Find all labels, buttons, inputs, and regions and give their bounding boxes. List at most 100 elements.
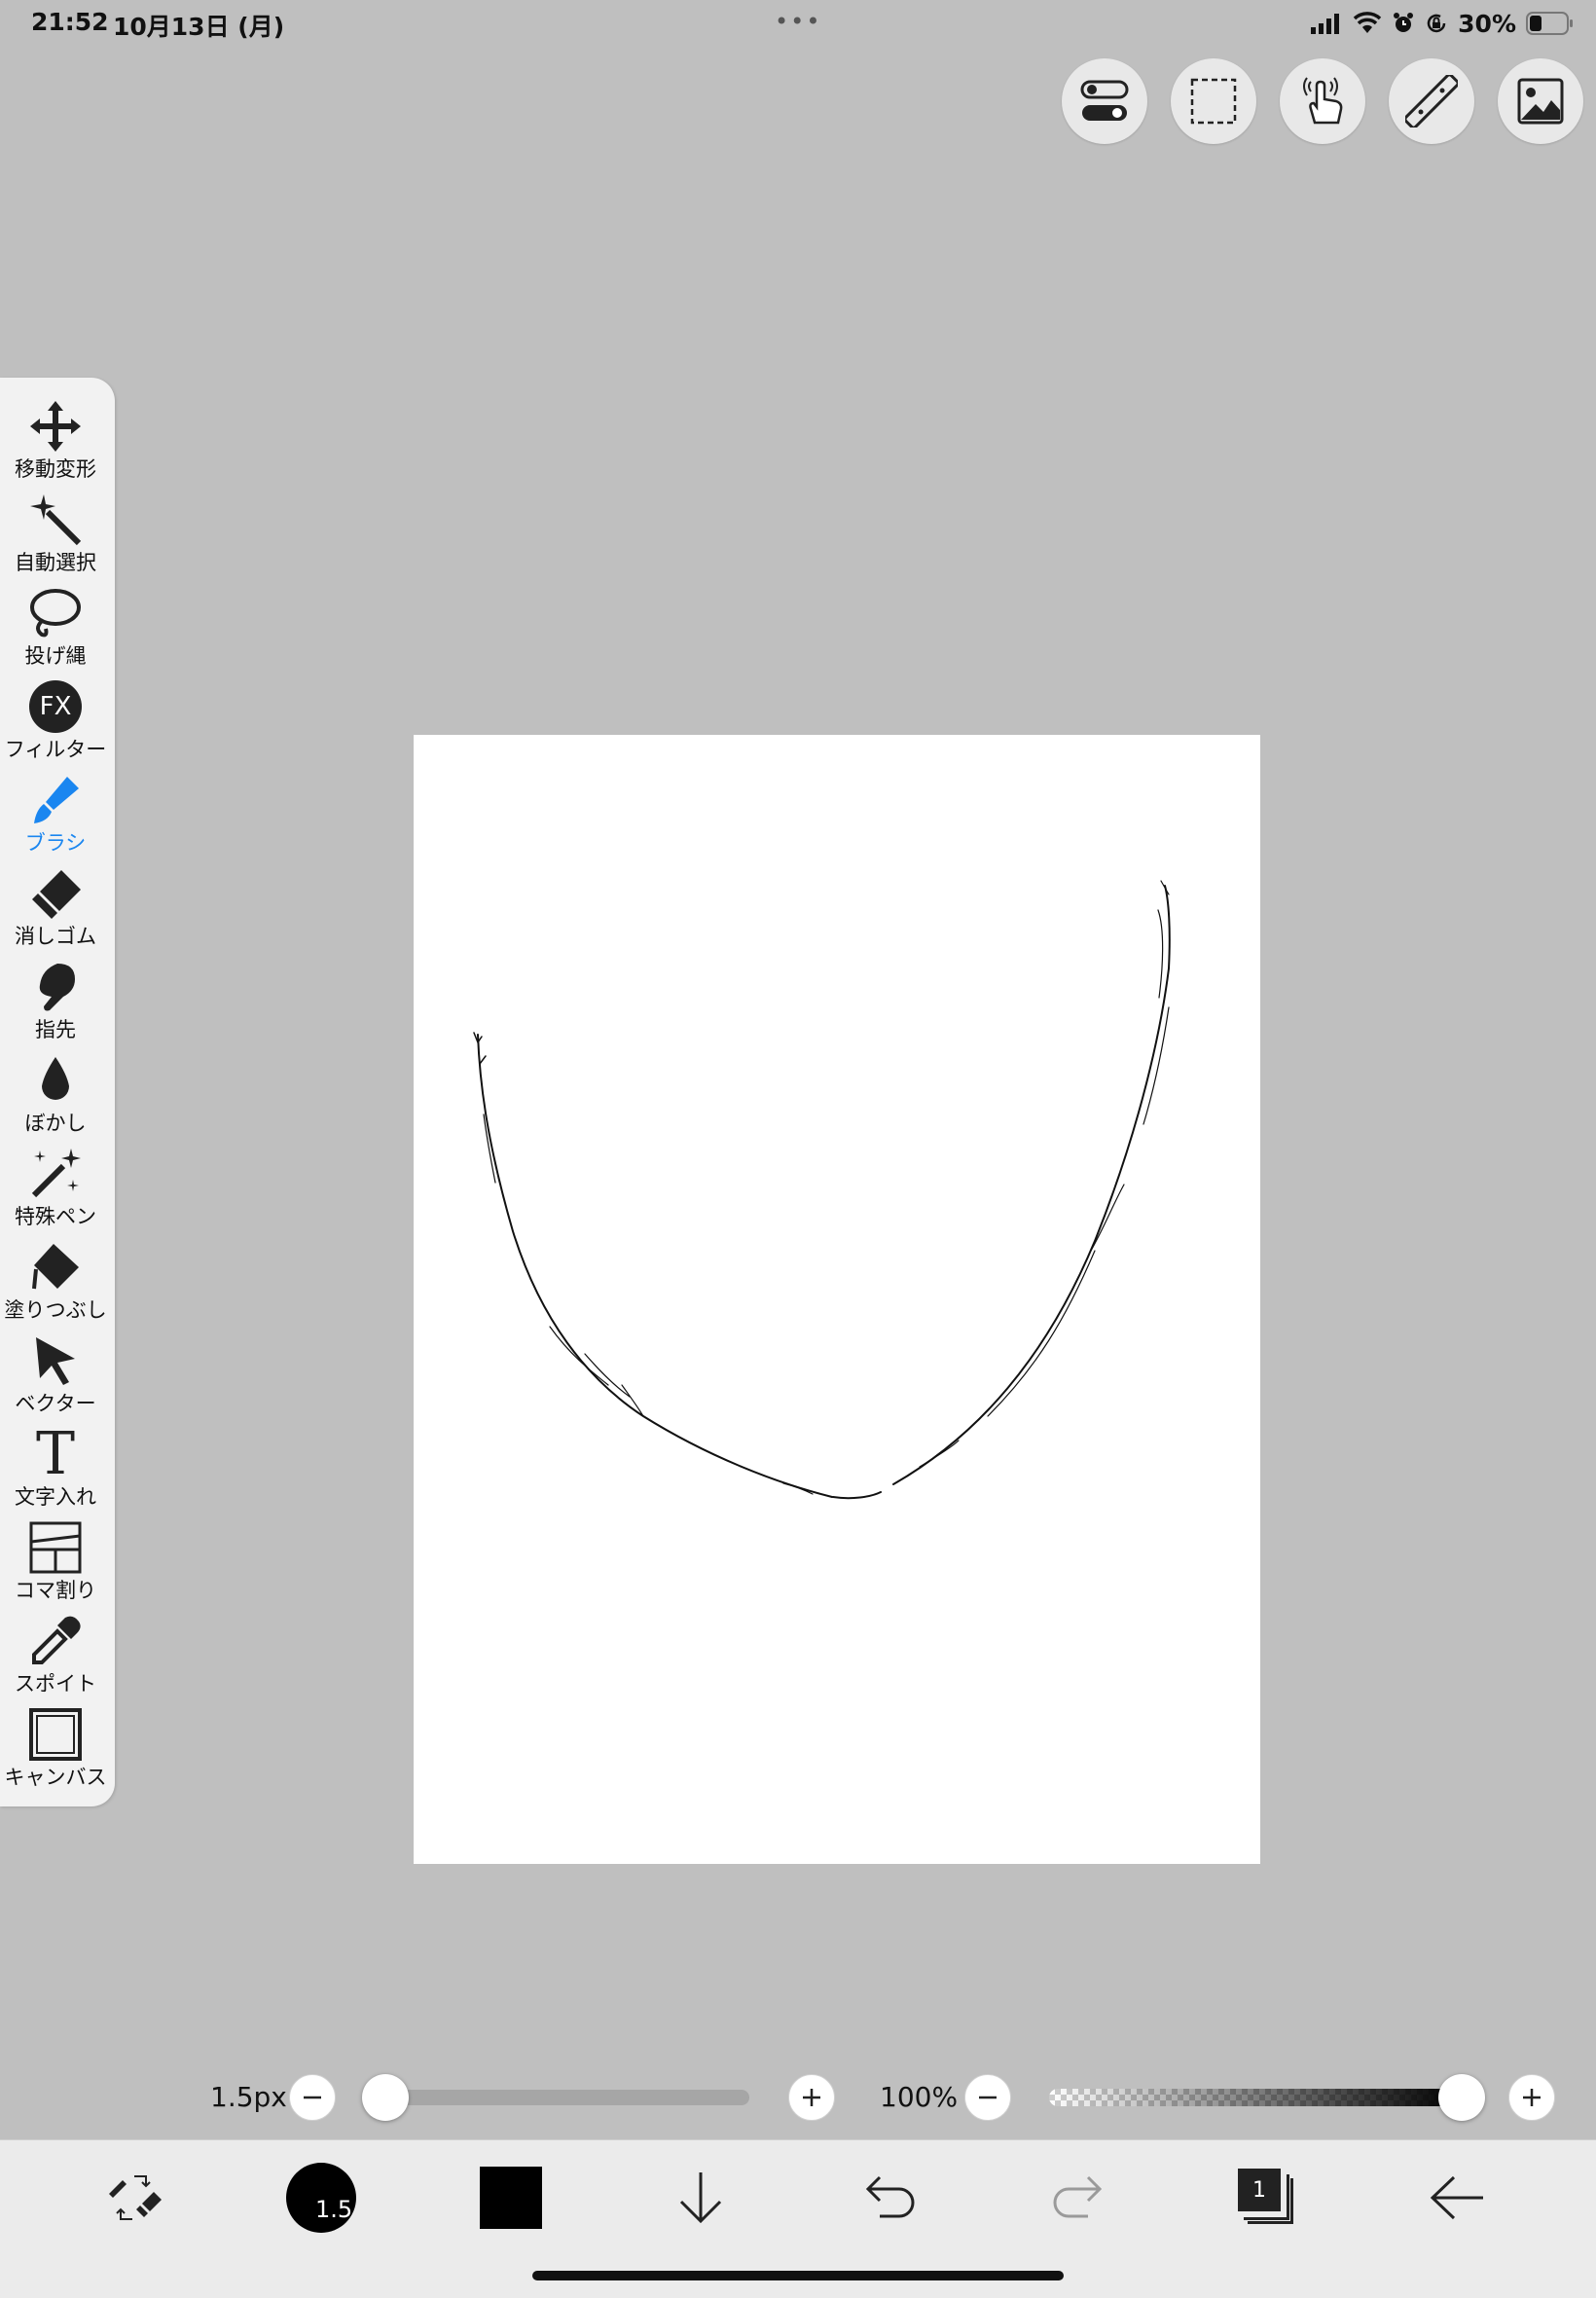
tool-blur[interactable]: ぼかし — [0, 1051, 111, 1145]
brush-size-label: 1.5px — [210, 2081, 287, 2113]
color-swatch-button[interactable] — [472, 2161, 550, 2235]
tool-canvas[interactable]: キャンバス — [0, 1705, 111, 1799]
tool-label: 特殊ペン — [15, 1205, 96, 1228]
tool-label: フィルター — [4, 738, 107, 761]
tool-label: 投げ縄 — [24, 644, 87, 668]
toggle-settings-button[interactable] — [1062, 58, 1147, 144]
fx-glyph: FX — [29, 680, 82, 733]
eraser-icon — [26, 864, 85, 923]
multitask-dots[interactable]: ••• — [775, 8, 821, 35]
tool-filter[interactable]: FX フィルター — [0, 677, 111, 771]
blur-drop-icon — [26, 1051, 85, 1110]
battery-icon — [1526, 12, 1573, 35]
canvas-icon — [26, 1705, 85, 1764]
selection-button[interactable] — [1171, 58, 1256, 144]
opacity-increase-button[interactable] — [1508, 2074, 1555, 2121]
tool-panel-layout[interactable]: コマ割り — [0, 1518, 111, 1612]
vector-arrow-icon — [26, 1331, 85, 1390]
plus-icon — [1523, 2089, 1541, 2106]
download-arrow-icon — [679, 2172, 722, 2224]
swap-brush-eraser-button[interactable] — [95, 2161, 173, 2235]
undo-button[interactable] — [851, 2161, 928, 2235]
tool-label: 文字入れ — [15, 1485, 96, 1509]
tool-label: 消しゴム — [15, 925, 96, 948]
move-transform-icon — [26, 397, 85, 456]
swap-brush-eraser-icon — [109, 2175, 162, 2220]
layers-icon: 1 — [1238, 2169, 1296, 2227]
tool-label: ぼかし — [24, 1112, 87, 1135]
eyedropper-icon — [26, 1612, 85, 1670]
text-glyph: T — [35, 1420, 76, 1488]
status-indicators: 30% — [1310, 6, 1575, 41]
tool-lasso[interactable]: 投げ縄 — [0, 584, 111, 677]
plus-icon — [803, 2089, 820, 2106]
status-bar: 21:52 10月13日 (月) ••• 30% — [0, 0, 1596, 47]
opacity-slider-thumb[interactable] — [1438, 2074, 1485, 2121]
layers-button[interactable]: 1 — [1228, 2161, 1306, 2235]
status-time: 21:52 — [31, 8, 109, 36]
redo-button[interactable] — [1039, 2161, 1117, 2235]
tool-eyedropper[interactable]: スポイト — [0, 1612, 111, 1705]
brush-size-badge: 1.5 — [315, 2196, 353, 2223]
special-pen-icon — [26, 1145, 85, 1203]
drawing-canvas[interactable] — [414, 735, 1260, 1864]
home-indicator — [532, 2271, 1064, 2280]
tool-text[interactable]: T 文字入れ — [0, 1425, 111, 1518]
color-swatch-icon — [480, 2167, 542, 2229]
magic-wand-icon — [26, 491, 85, 549]
tool-label: 塗りつぶし — [4, 1298, 107, 1322]
touch-gesture-button[interactable] — [1280, 58, 1365, 144]
cellular-signal-icon — [1311, 14, 1340, 34]
tool-fill[interactable]: 塗りつぶし — [0, 1238, 111, 1331]
brush-size-preview-button[interactable]: 1.5 — [282, 2161, 360, 2235]
minus-icon — [304, 2096, 321, 2099]
material-image-button[interactable] — [1498, 58, 1583, 144]
status-date: 10月13日 (月) — [113, 13, 285, 41]
back-arrow-icon — [1430, 2175, 1483, 2220]
opacity-slider[interactable] — [1049, 2089, 1462, 2106]
redo-icon — [1053, 2175, 1103, 2218]
tool-eraser[interactable]: 消しゴム — [0, 864, 111, 958]
filter-fx-icon: FX — [26, 677, 85, 736]
layer-count: 1 — [1238, 2169, 1281, 2211]
back-button[interactable] — [1419, 2161, 1497, 2235]
finger-smudge-icon — [26, 958, 85, 1016]
tool-palette: 移動変形 自動選択 投げ縄 FX フィルター ブラシ 消しゴム 指先 ぼかし 特… — [0, 378, 115, 1806]
toggle-settings-icon — [1080, 80, 1129, 121]
ruler-button[interactable] — [1389, 58, 1474, 144]
opacity-label: 100% — [880, 2081, 959, 2113]
tool-label: 自動選択 — [15, 551, 96, 574]
tool-label: ブラシ — [24, 831, 87, 855]
orientation-lock-icon — [1427, 14, 1446, 33]
brush-size-slider-thumb[interactable] — [362, 2074, 409, 2121]
touch-gesture-icon — [1303, 77, 1343, 125]
selection-icon — [1190, 78, 1237, 125]
brush-icon — [26, 771, 85, 829]
tool-move-transform[interactable]: 移動変形 — [0, 397, 111, 491]
panel-layout-icon — [26, 1518, 85, 1577]
tool-special-pen[interactable]: 特殊ペン — [0, 1145, 111, 1238]
tool-label: スポイト — [15, 1672, 96, 1696]
brush-size-decrease-button[interactable] — [289, 2074, 336, 2121]
brush-size-increase-button[interactable] — [788, 2074, 835, 2121]
ruler-icon — [1405, 75, 1458, 128]
tool-label: ベクター — [15, 1392, 96, 1415]
tool-label: キャンバス — [4, 1766, 107, 1789]
lasso-icon — [26, 584, 85, 642]
tool-auto-select[interactable]: 自動選択 — [0, 491, 111, 584]
fill-bucket-icon — [26, 1238, 85, 1296]
tool-finger[interactable]: 指先 — [0, 958, 111, 1051]
tool-brush[interactable]: ブラシ — [0, 771, 111, 864]
download-button[interactable] — [662, 2161, 740, 2235]
brush-size-slider[interactable] — [385, 2090, 749, 2105]
tool-vector[interactable]: ベクター — [0, 1331, 111, 1425]
opacity-decrease-button[interactable] — [964, 2074, 1011, 2121]
alarm-icon — [1394, 13, 1414, 32]
battery-percent: 30% — [1458, 9, 1516, 38]
minus-icon — [979, 2096, 997, 2099]
canvas-drawing — [473, 880, 1171, 1500]
brush-size-icon: 1.5 — [286, 2163, 356, 2233]
text-icon: T — [26, 1425, 85, 1483]
undo-icon — [865, 2175, 915, 2218]
material-image-icon — [1517, 78, 1564, 125]
